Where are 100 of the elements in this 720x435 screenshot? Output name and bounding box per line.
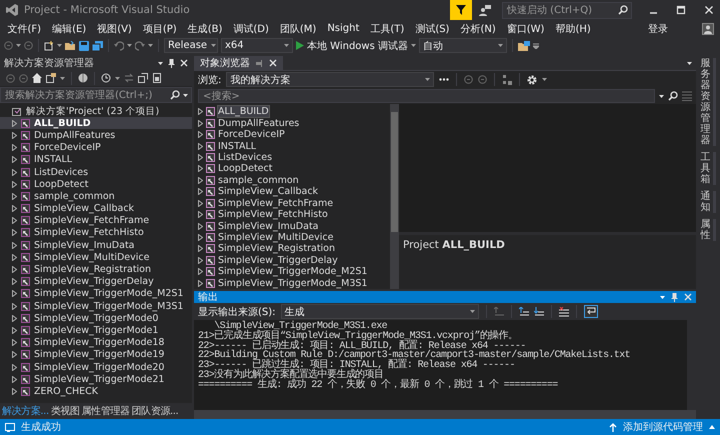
menu-item[interactable]: 工具(T) bbox=[364, 22, 410, 36]
menu-item[interactable]: 窗口(W) bbox=[501, 22, 550, 36]
tree-item[interactable]: sample_common bbox=[0, 190, 192, 202]
list-item[interactable]: SimpleView_TriggerDelay bbox=[218, 254, 338, 266]
tree-item[interactable]: SimpleView_TriggerMode19 bbox=[0, 348, 192, 361]
tree-item[interactable]: SimpleView_Registration bbox=[0, 263, 192, 276]
tree-item[interactable]: SimpleView_FetchFrame bbox=[0, 214, 192, 227]
open-folder-icon[interactable] bbox=[65, 40, 76, 50]
word-wrap-icon[interactable] bbox=[584, 305, 598, 318]
close-icon[interactable] bbox=[180, 59, 188, 67]
menu-item[interactable]: 调试(D) bbox=[228, 22, 274, 36]
caret-icon[interactable] bbox=[148, 44, 153, 47]
list-item[interactable]: SimpleView_TriggerMode_M2S1 bbox=[218, 266, 368, 278]
tree-item[interactable]: DumpAllFeatures bbox=[0, 129, 192, 142]
scrollbar[interactable] bbox=[390, 104, 399, 289]
filter-icon[interactable] bbox=[450, 0, 472, 20]
search-field[interactable]: <搜索> bbox=[198, 89, 655, 103]
overflow-icon[interactable] bbox=[533, 42, 539, 48]
sign-in-link[interactable]: 登录 bbox=[648, 22, 668, 36]
close-icon[interactable] bbox=[704, 5, 714, 15]
gear-icon[interactable] bbox=[527, 74, 538, 84]
list-item[interactable]: ForceDeviceIP bbox=[218, 129, 285, 140]
undo-icon[interactable] bbox=[114, 40, 124, 50]
list-item[interactable]: LoopDetect bbox=[218, 163, 272, 174]
save-all-icon[interactable] bbox=[92, 40, 103, 50]
collapse-icon[interactable] bbox=[138, 73, 148, 83]
save-icon[interactable] bbox=[79, 40, 89, 50]
caret-icon[interactable] bbox=[542, 78, 548, 81]
person-icon[interactable] bbox=[478, 4, 492, 16]
list-item[interactable]: SimpleView_MultiDevice bbox=[218, 232, 334, 244]
avatar-icon[interactable] bbox=[702, 22, 714, 34]
tree-item[interactable]: SimpleView_TriggerMode_M2S1 bbox=[0, 288, 192, 300]
list-item[interactable]: SimpleView_TriggerMode_M3S1 bbox=[218, 278, 368, 289]
menu-item[interactable]: 生成(B) bbox=[182, 22, 228, 36]
list-item[interactable]: SimpleView_FetchHisto bbox=[218, 209, 328, 220]
list-item[interactable]: SimpleView_FetchFrame bbox=[218, 198, 334, 209]
history-icon[interactable] bbox=[101, 73, 111, 83]
scrollbar-thumb[interactable] bbox=[391, 112, 398, 232]
browse-dropdown[interactable]: 我的解决方案 bbox=[226, 72, 434, 87]
tree-item[interactable]: SimpleView_TriggerMode_M3S1 bbox=[0, 300, 192, 312]
tree-item[interactable]: SimpleView_TriggerMode1 bbox=[0, 324, 192, 337]
menu-item[interactable]: 测试(S) bbox=[410, 22, 455, 36]
list-item[interactable]: SimpleView_ImuData bbox=[218, 220, 318, 232]
platform-dropdown[interactable]: x64 bbox=[221, 38, 293, 53]
panel-tab[interactable]: 解决方案... bbox=[1, 404, 50, 418]
clear-all-icon[interactable] bbox=[558, 306, 569, 316]
tree-item[interactable]: SimpleView_MultiDevice bbox=[0, 251, 192, 264]
side-tab[interactable]: 属性 bbox=[700, 219, 716, 241]
solution-label[interactable]: 解决方案'Project' (23 个项目) bbox=[26, 104, 160, 118]
menu-item[interactable]: 文件(F) bbox=[2, 22, 47, 36]
tree-item[interactable]: SimpleView_FetchHisto bbox=[0, 226, 192, 240]
search-icon[interactable] bbox=[668, 91, 678, 101]
close-icon[interactable] bbox=[269, 59, 277, 67]
forward-icon[interactable] bbox=[24, 41, 33, 50]
menu-item[interactable]: 帮助(H) bbox=[550, 22, 596, 36]
forward-icon[interactable] bbox=[19, 74, 28, 82]
tree-item[interactable]: SimpleView_ImuData bbox=[0, 239, 192, 252]
configuration-dropdown[interactable]: Release bbox=[164, 38, 218, 53]
caret-icon[interactable] bbox=[183, 94, 188, 96]
redo-icon[interactable] bbox=[135, 40, 145, 50]
tree-item[interactable]: LoopDetect bbox=[0, 178, 192, 190]
tree-item[interactable]: ZERO_CHECK bbox=[0, 385, 192, 398]
tree-item[interactable]: SimpleView_TriggerDelay bbox=[0, 276, 192, 288]
list-item[interactable]: DumpAllFeatures bbox=[218, 118, 300, 129]
maximize-icon[interactable] bbox=[676, 5, 686, 15]
list-options-icon[interactable] bbox=[682, 91, 692, 101]
go-up-icon[interactable] bbox=[518, 306, 529, 316]
panel-tab[interactable]: 团队资源... bbox=[130, 404, 180, 418]
folder-icon[interactable] bbox=[518, 40, 530, 50]
source-control-link[interactable]: 添加到源代码管理 bbox=[623, 420, 703, 434]
hierarchy-icon[interactable] bbox=[502, 74, 512, 84]
list-item[interactable]: SimpleView_Registration bbox=[218, 243, 336, 254]
panel-tab[interactable]: 类视图 bbox=[50, 404, 81, 418]
pin-icon[interactable] bbox=[168, 58, 175, 68]
tree-item[interactable]: INSTALL bbox=[0, 154, 192, 166]
caret-icon[interactable] bbox=[127, 44, 132, 47]
tree-item[interactable]: SimpleView_TriggerMode0 bbox=[0, 312, 192, 324]
home-icon[interactable] bbox=[32, 73, 42, 83]
list-item[interactable]: ListDevices bbox=[218, 152, 272, 163]
new-project-icon[interactable] bbox=[44, 40, 54, 50]
side-tab[interactable]: 工具箱 bbox=[700, 152, 716, 185]
caret-icon[interactable] bbox=[158, 62, 163, 64]
target-dropdown[interactable]: 自动 bbox=[419, 38, 507, 53]
side-tab[interactable]: 通知 bbox=[700, 191, 716, 213]
solution-icon[interactable] bbox=[46, 73, 56, 83]
caret-icon[interactable] bbox=[60, 76, 65, 80]
caret-icon[interactable] bbox=[659, 94, 664, 98]
side-tab[interactable]: 服务器资源管理器 bbox=[700, 58, 716, 146]
search-icon[interactable] bbox=[618, 5, 628, 15]
menu-item[interactable]: 项目(P) bbox=[137, 22, 182, 36]
search-icon[interactable] bbox=[170, 90, 180, 100]
caret-icon[interactable] bbox=[57, 44, 62, 47]
menu-item[interactable]: 视图(V) bbox=[92, 22, 138, 36]
caret-icon[interactable] bbox=[411, 44, 416, 47]
tree-item[interactable]: SimpleView_TriggerMode18 bbox=[0, 336, 192, 349]
tree-item[interactable]: SimpleView_TriggerMode21 bbox=[0, 373, 192, 386]
caret-icon[interactable] bbox=[687, 62, 692, 64]
caret-icon[interactable] bbox=[115, 76, 120, 80]
tree-item[interactable]: SimpleView_Callback bbox=[0, 202, 192, 215]
menu-item[interactable]: 编辑(E) bbox=[46, 22, 92, 36]
